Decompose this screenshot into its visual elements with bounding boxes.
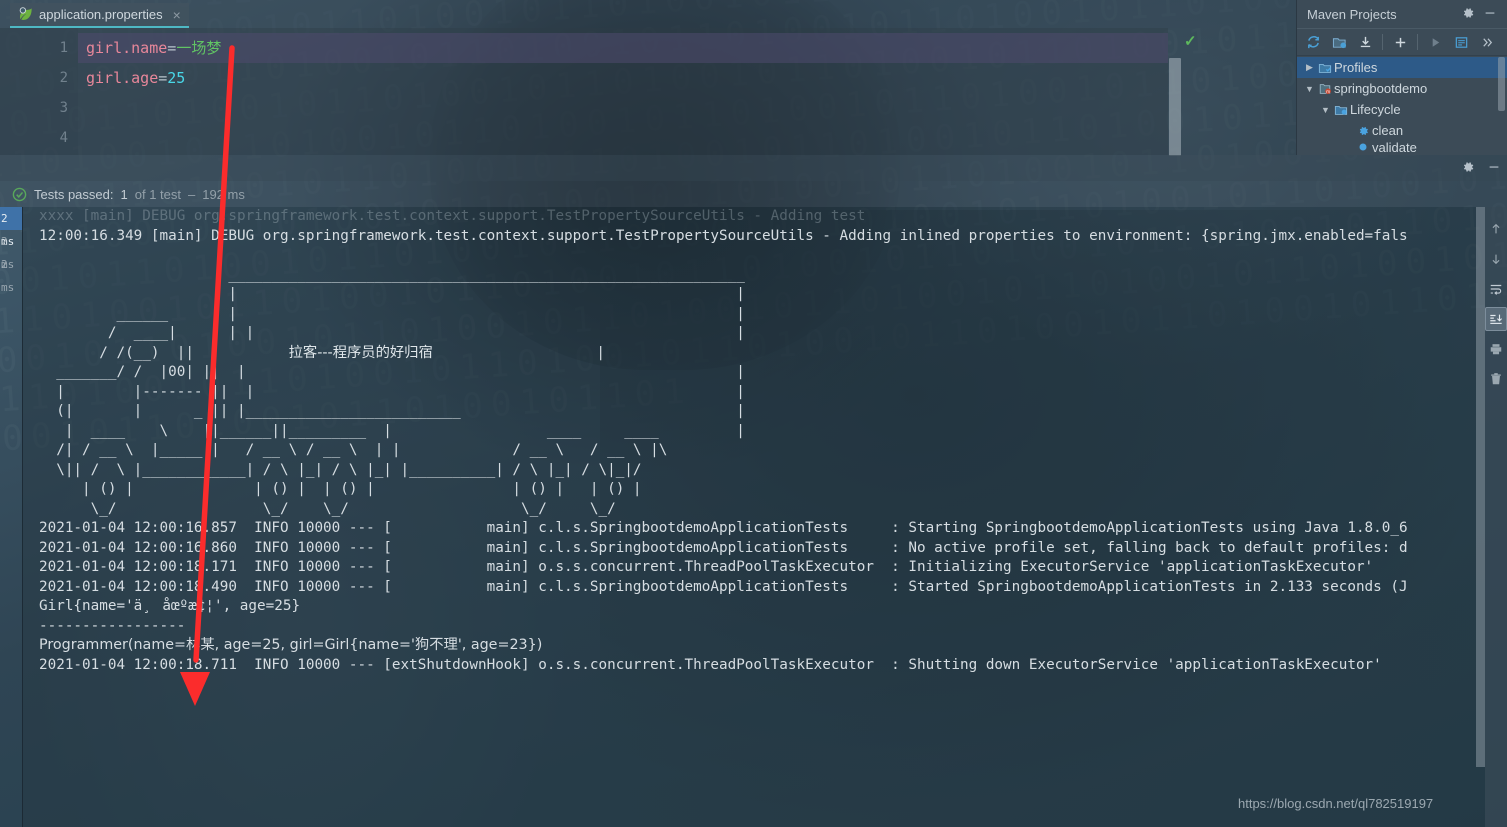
property-value: 25 bbox=[167, 69, 186, 87]
add-icon[interactable] bbox=[1388, 31, 1412, 53]
status-separator: – bbox=[187, 186, 196, 202]
editor-right-margin: ✓ bbox=[1168, 28, 1296, 156]
console-scrollbar-thumb[interactable] bbox=[1476, 207, 1485, 767]
property-value: 一场梦 bbox=[176, 39, 222, 57]
scroll-up-icon[interactable] bbox=[1485, 217, 1507, 241]
maven-tree-item-springbootdemo[interactable]: ▼ m springbootdemo bbox=[1297, 78, 1507, 99]
gear-icon[interactable] bbox=[1455, 160, 1481, 177]
test-duration-item[interactable]: 2 ms bbox=[0, 207, 22, 248]
console-line-programmer: Programmer(name=林某, age=25, girl=Girl{na… bbox=[39, 637, 543, 653]
maven-panel-title: Maven Projects bbox=[1307, 6, 1397, 22]
toolbar-divider bbox=[1417, 34, 1418, 50]
goal-gear-icon bbox=[1354, 141, 1372, 153]
generate-sources-icon[interactable] bbox=[1327, 31, 1351, 53]
svg-text:m: m bbox=[1326, 89, 1330, 94]
console-line-mojibake: Girl{name='ä¸åœºæ¢¦', age=25} bbox=[39, 598, 301, 614]
maven-scrollbar-thumb[interactable] bbox=[1498, 57, 1505, 111]
ide-window: 0100110100101101001011010010110100101101… bbox=[0, 0, 1507, 827]
property-key: girl.age bbox=[86, 69, 159, 87]
csdn-watermark: https://blog.csdn.net/ql782519197 bbox=[1238, 796, 1434, 811]
line-number: 3 bbox=[59, 100, 68, 116]
maven-panel-header: Maven Projects bbox=[1297, 0, 1507, 28]
inspection-ok-icon[interactable]: ✓ bbox=[1184, 32, 1197, 50]
console-line-divider: ----------------- bbox=[39, 617, 186, 634]
maven-tree-item-validate[interactable]: validate bbox=[1297, 141, 1507, 153]
property-key: girl.name bbox=[86, 39, 168, 57]
lifecycle-folder-icon bbox=[1332, 103, 1350, 117]
line-number: 2 bbox=[59, 70, 68, 86]
maven-tree-label: validate bbox=[1372, 141, 1417, 153]
execute-goal-icon[interactable] bbox=[1449, 31, 1473, 53]
editor-tab-application-properties[interactable]: application.properties × bbox=[10, 3, 189, 28]
editor-tab-title: application.properties bbox=[39, 7, 163, 22]
maven-projects-panel: Maven Projects ▶ Profiles ▼ m springboot… bbox=[1296, 0, 1507, 155]
soft-wrap-icon[interactable] bbox=[1485, 277, 1507, 301]
maven-tree-label: Lifecycle bbox=[1350, 102, 1401, 117]
minimize-icon[interactable] bbox=[1479, 6, 1501, 23]
console-output[interactable]: xxxx [main] DEBUG org.springframework.te… bbox=[22, 207, 1485, 827]
minimize-icon[interactable] bbox=[1481, 160, 1507, 177]
console-line: 12:00:16.349 [main] DEBUG org.springfram… bbox=[39, 227, 1408, 244]
banner-chinese-text: 拉客---程序员的好归宿 bbox=[288, 344, 433, 361]
code-line-4[interactable] bbox=[78, 123, 1168, 153]
maven-project-icon: m bbox=[1316, 82, 1334, 96]
goal-gear-icon bbox=[1354, 124, 1372, 138]
spring-leaf-icon bbox=[18, 7, 33, 22]
tests-passed-count: 1 bbox=[120, 186, 128, 202]
console-toolbar bbox=[1485, 207, 1507, 827]
close-icon[interactable]: × bbox=[173, 8, 181, 22]
toolbar-divider bbox=[1382, 34, 1383, 50]
maven-tree-label: Profiles bbox=[1334, 60, 1378, 75]
scroll-to-end-icon[interactable] bbox=[1485, 307, 1507, 331]
maven-tree: ▶ Profiles ▼ m springbootdemo ▼ Lifecycl… bbox=[1297, 56, 1507, 153]
property-equals: = bbox=[167, 39, 177, 57]
maven-tree-item-clean[interactable]: clean bbox=[1297, 120, 1507, 141]
tests-passed-label: Tests passed: bbox=[34, 186, 114, 202]
test-duration-column: 2 ms 2 ms 2 ms bbox=[0, 207, 22, 827]
editor-tabbar: application.properties × bbox=[0, 0, 1296, 28]
print-icon[interactable] bbox=[1485, 337, 1507, 361]
scroll-down-icon[interactable] bbox=[1485, 247, 1507, 271]
run-panel-header bbox=[0, 155, 1507, 181]
editor-line-number-gutter: 1 2 3 4 bbox=[0, 28, 78, 155]
tests-total-label: of 1 test bbox=[134, 186, 181, 202]
code-line-1[interactable]: girl.name=一场梦 bbox=[78, 33, 1168, 63]
test-status-bar: Tests passed: 1 of 1 test – 192 ms bbox=[0, 181, 1507, 207]
code-editor: application.properties × 1 2 3 4 girl.na… bbox=[0, 0, 1296, 156]
console-line-clipped: xxxx [main] DEBUG org.springframework.te… bbox=[39, 208, 866, 224]
property-equals: = bbox=[158, 69, 168, 87]
maven-tree-item-lifecycle[interactable]: ▼ Lifecycle bbox=[1297, 99, 1507, 120]
maven-tree-label: springbootdemo bbox=[1334, 81, 1428, 96]
chevron-down-icon[interactable]: ▼ bbox=[1303, 84, 1316, 94]
gear-icon[interactable] bbox=[1457, 6, 1479, 23]
run-tool-window: Tests passed: 1 of 1 test – 192 ms 2 ms … bbox=[0, 155, 1507, 827]
code-line-2[interactable]: girl.age=25 bbox=[78, 63, 1168, 93]
line-number: 1 bbox=[59, 40, 68, 56]
more-icon[interactable] bbox=[1475, 31, 1499, 53]
console-line: 2021-01-04 12:00:16.860 INFO 10000 --- [… bbox=[39, 539, 1408, 556]
maven-tree-item-profiles[interactable]: ▶ Profiles bbox=[1297, 57, 1507, 78]
maven-tree-label: clean bbox=[1372, 123, 1404, 138]
console-line: 2021-01-04 12:00:18.490 INFO 10000 --- [… bbox=[39, 578, 1408, 595]
line-number: 4 bbox=[59, 130, 68, 146]
console-line: 2021-01-04 12:00:16.857 INFO 10000 --- [… bbox=[39, 520, 1408, 536]
download-sources-icon[interactable] bbox=[1353, 31, 1377, 53]
console-line: 2021-01-04 12:00:18.711 INFO 10000 --- [… bbox=[39, 656, 1382, 673]
profiles-folder-icon bbox=[1316, 61, 1334, 75]
trash-icon[interactable] bbox=[1485, 367, 1507, 391]
chevron-down-icon[interactable]: ▼ bbox=[1319, 105, 1332, 115]
maven-toolbar bbox=[1297, 28, 1507, 56]
reimport-icon[interactable] bbox=[1301, 31, 1325, 53]
console-line: 2021-01-04 12:00:18.171 INFO 10000 --- [… bbox=[39, 559, 1374, 575]
tests-duration: 192 ms bbox=[202, 186, 245, 202]
run-icon[interactable] bbox=[1423, 31, 1447, 53]
chevron-right-icon[interactable]: ▶ bbox=[1303, 62, 1316, 73]
code-line-3[interactable] bbox=[78, 93, 1168, 123]
editor-code-content[interactable]: girl.name=一场梦 girl.age=25 bbox=[78, 28, 1168, 155]
editor-scrollbar-thumb[interactable] bbox=[1169, 58, 1181, 156]
tests-passed-icon bbox=[12, 187, 27, 202]
